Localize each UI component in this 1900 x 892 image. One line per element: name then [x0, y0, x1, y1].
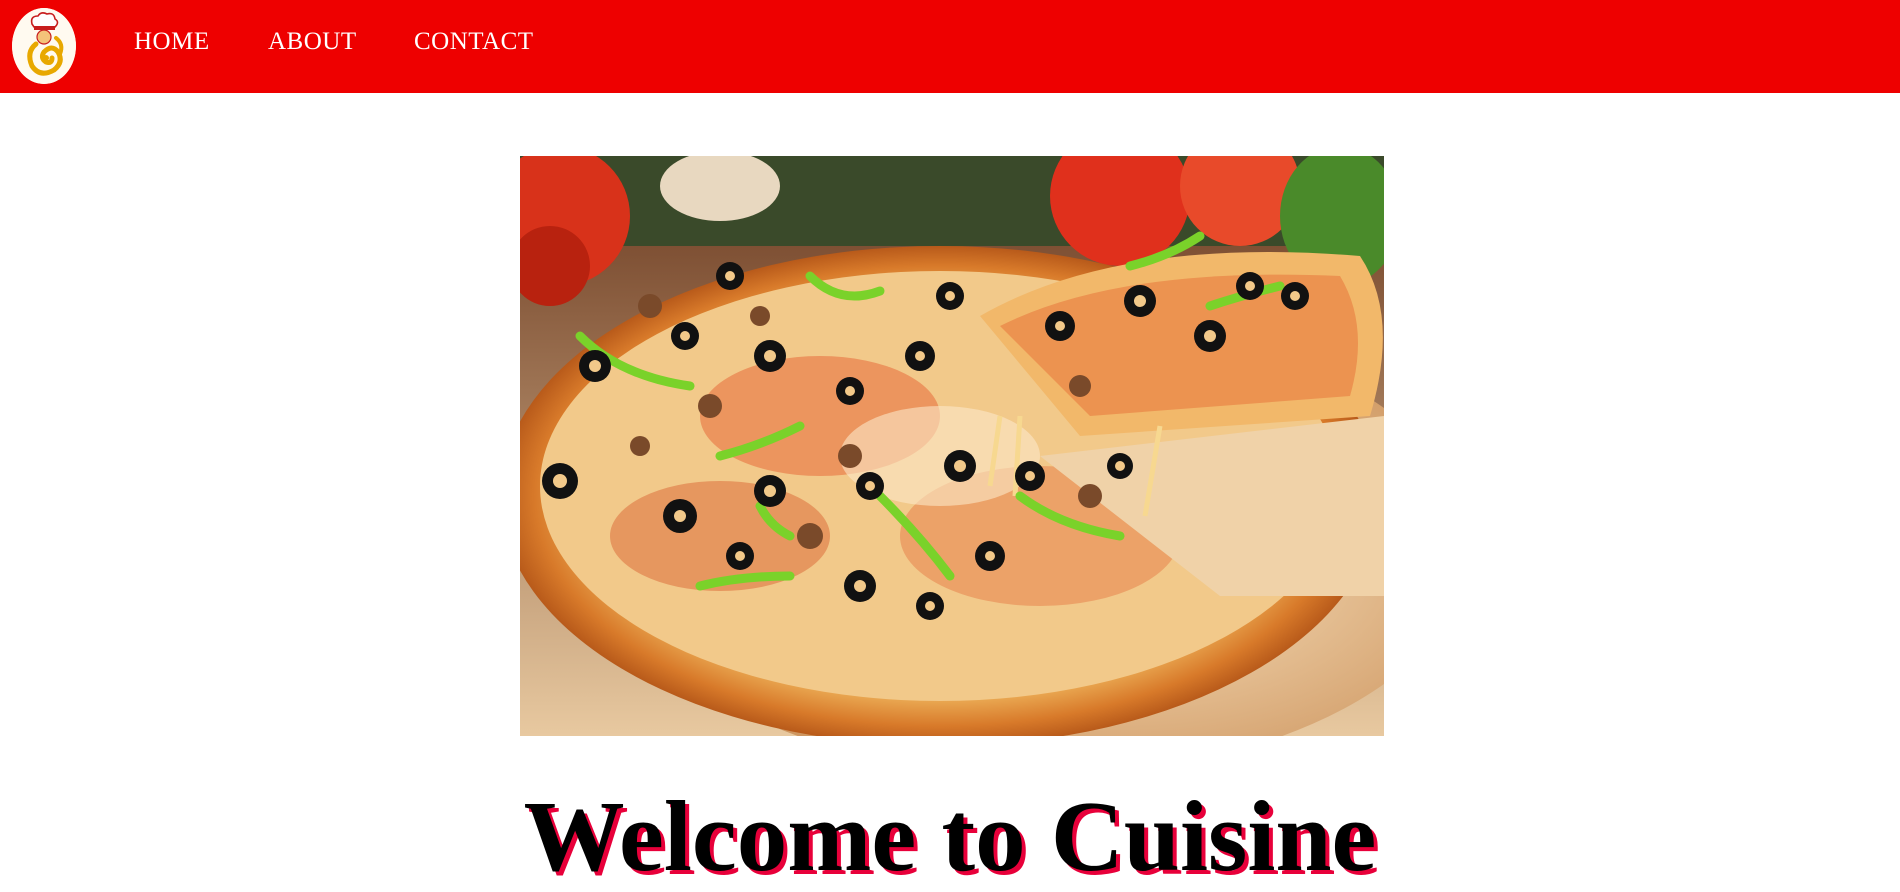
chef-logo-icon[interactable] [12, 8, 76, 84]
nav-link-contact[interactable]: CONTACT [414, 28, 534, 56]
nav-link-about[interactable]: ABOUT [268, 28, 357, 56]
top-navbar: HOME ABOUT CONTACT [0, 0, 1900, 93]
welcome-heading: Welcome to Cuisine [523, 780, 1377, 892]
nav-link-home[interactable]: HOME [134, 28, 210, 56]
pizza-hero-image [520, 156, 1384, 736]
